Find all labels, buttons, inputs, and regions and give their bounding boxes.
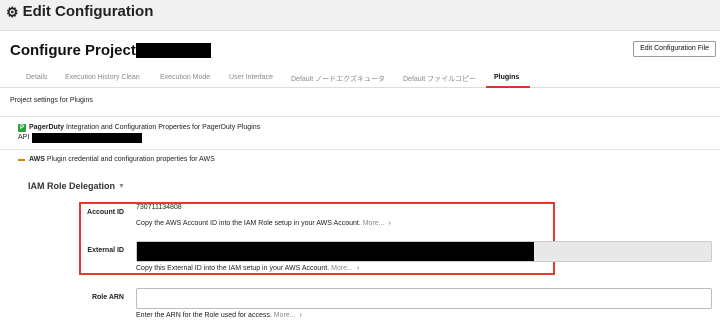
redacted-api-key xyxy=(32,133,142,143)
account-id-value: 730711134808 xyxy=(136,204,182,211)
role-arn-help-text: Enter the ARN for the Role used for acce… xyxy=(136,312,272,319)
external-id-help: Copy this External ID into the IAM setup… xyxy=(136,265,359,272)
active-tab-underline xyxy=(486,86,530,88)
pagerduty-description: Integration and Configuration Properties… xyxy=(65,124,261,131)
tab-plugins[interactable]: Plugins xyxy=(494,74,519,81)
role-arn-label: Role ARN xyxy=(91,294,124,301)
tab-execution-history-clean[interactable]: Execution History Clean xyxy=(65,74,140,81)
page-title-text: Edit Configuration xyxy=(22,3,154,20)
tab-default-file-copier[interactable]: Default ファイルコピー xyxy=(403,74,476,84)
iam-section-title: IAM Role Delegation xyxy=(28,181,116,191)
aws-icon: ▬ xyxy=(18,156,25,163)
tab-default-node-executor[interactable]: Default ノードエクズキュータ xyxy=(291,74,385,84)
role-arn-input[interactable] xyxy=(136,288,712,309)
config-card: Configure Project: Edit Configuration Fi… xyxy=(0,30,720,330)
chevron-down-icon: ▼ xyxy=(118,182,125,190)
pagerduty-icon: P xyxy=(18,124,26,132)
account-id-more-link[interactable]: More... xyxy=(363,220,385,227)
aws-name: AWS xyxy=(29,156,45,163)
aws-description: Plugin credential and configuration prop… xyxy=(46,156,215,163)
redacted-external-id xyxy=(137,242,534,261)
edit-configuration-file-button[interactable]: Edit Configuration File xyxy=(633,41,716,57)
account-id-label: Account ID xyxy=(87,209,124,216)
pagerduty-plugin-row[interactable]: PagerDuty Integration and Configuration … xyxy=(29,124,260,131)
external-id-help-text: Copy this External ID into the IAM setup… xyxy=(136,265,330,272)
external-id-more-link[interactable]: More... xyxy=(331,265,353,272)
pagerduty-api-label: API xyxy=(18,134,30,141)
top-bar: ⚙ Edit Configuration xyxy=(0,0,720,30)
settings-label: Project settings for Plugins xyxy=(10,97,93,104)
account-id-help-text: Copy the AWS Account ID into the IAM Rol… xyxy=(136,220,361,227)
aws-plugin-row[interactable]: AWS Plugin credential and configuration … xyxy=(29,156,215,163)
divider xyxy=(0,149,720,150)
divider xyxy=(0,116,720,117)
tab-execution-mode[interactable]: Execution Mode xyxy=(160,74,210,81)
role-arn-more-link[interactable]: More... xyxy=(274,312,296,319)
iam-role-delegation-header[interactable]: IAM Role Delegation ▼ xyxy=(28,181,125,191)
chevron-right-icon[interactable]: › xyxy=(300,312,302,319)
chevron-right-icon[interactable]: › xyxy=(357,265,359,272)
pagerduty-name: PagerDuty xyxy=(29,124,65,131)
account-id-help: Copy the AWS Account ID into the IAM Rol… xyxy=(136,220,391,227)
tab-bar: Details Execution History Clean Executio… xyxy=(0,71,720,88)
external-id-label: External ID xyxy=(87,247,124,254)
tab-details[interactable]: Details xyxy=(26,74,47,81)
project-title: Configure Project: xyxy=(10,42,141,59)
role-arn-help: Enter the ARN for the Role used for acce… xyxy=(136,312,302,319)
page-title: ⚙ Edit Configuration xyxy=(6,3,153,20)
tab-user-interface[interactable]: User Interface xyxy=(229,74,273,81)
redacted-project-name xyxy=(136,43,211,58)
gear-icon: ⚙ xyxy=(6,3,19,20)
chevron-right-icon[interactable]: › xyxy=(388,220,390,227)
